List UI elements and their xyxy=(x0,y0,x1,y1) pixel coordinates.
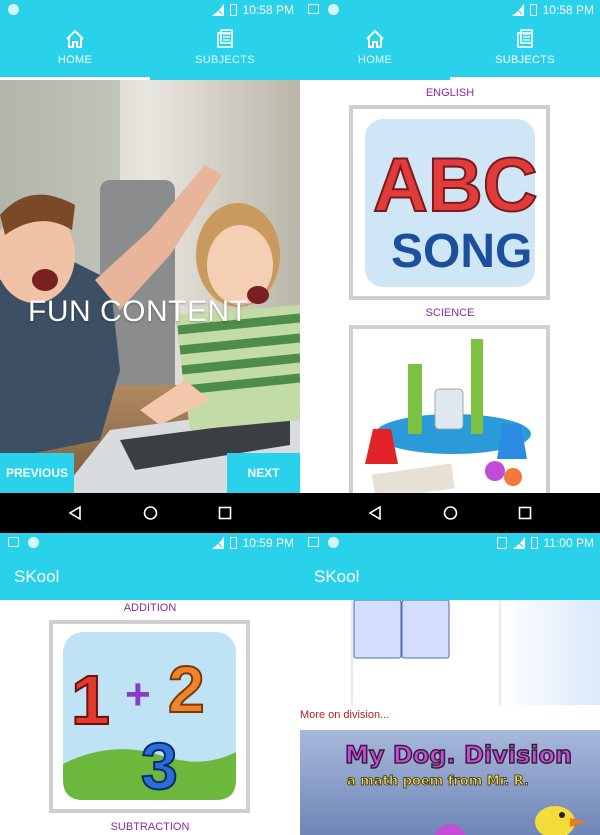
battery-icon xyxy=(229,537,237,549)
tab-subjects-label: SUBJECTS xyxy=(195,54,255,66)
hero-slide-image xyxy=(0,80,300,493)
home-icon xyxy=(66,29,84,48)
next-button[interactable]: NEXT xyxy=(227,453,300,493)
tab-subjects[interactable]: SUBJECTS xyxy=(150,20,300,80)
signal-icon xyxy=(512,537,525,549)
status-time: 11:00 PM xyxy=(543,536,594,550)
division-screen: 11:00 PM SKool More on division... My Do… xyxy=(300,533,600,835)
status-time: 10:58 PM xyxy=(542,3,594,17)
addition-image: 1 + 2 3 xyxy=(63,632,236,804)
tab-bar: HOME SUBJECTS xyxy=(0,20,300,80)
signal-icon xyxy=(511,4,524,16)
tab-subjects[interactable]: SUBJECTS xyxy=(450,20,600,80)
tab-home-label: HOME xyxy=(357,54,393,66)
science-card[interactable] xyxy=(349,325,550,493)
abc-song-image: ABC SONG xyxy=(365,119,539,287)
tab-home[interactable]: HOME xyxy=(300,20,450,80)
abc-song-word: SONG xyxy=(391,225,532,278)
tab-subjects-label: SUBJECTS xyxy=(495,54,555,66)
notification-dot-icon xyxy=(28,537,39,548)
slide-caption: FUN CONTENT xyxy=(28,295,249,328)
tab-home[interactable]: HOME xyxy=(0,20,150,80)
addition-label: ADDITION xyxy=(123,602,177,614)
addition-card[interactable]: 1 + 2 3 xyxy=(49,620,250,813)
app-title: SKool xyxy=(0,553,300,600)
status-time: 10:59 PM xyxy=(242,536,294,550)
android-nav-bar xyxy=(0,493,600,533)
video-title: My Dog. Division xyxy=(345,741,572,769)
battery-icon xyxy=(229,4,237,16)
image-notification-icon xyxy=(8,537,19,547)
tab-home-label: HOME xyxy=(57,54,93,66)
home-screen: 10:58 PM HOME SUBJECTS FUN CONTENT PREVI… xyxy=(0,0,300,493)
abc-letter-a: ABC xyxy=(373,143,538,228)
subtraction-label: SUBTRACTION xyxy=(110,821,190,833)
image-notification-icon xyxy=(308,4,319,14)
back-icon[interactable] xyxy=(368,505,382,521)
math-screen: 10:59 PM SKool ADDITION 1 + 2 3 SUBTRACT… xyxy=(0,533,300,835)
home-circle-icon[interactable] xyxy=(443,505,458,521)
tab-bar: HOME SUBJECTS xyxy=(300,20,600,80)
video-subtitle: a math poem from Mr. R. xyxy=(347,774,529,789)
signal-icon xyxy=(211,537,224,549)
previous-button[interactable]: PREVIOUS xyxy=(0,453,74,493)
status-bar: 10:58 PM xyxy=(0,0,300,20)
subjects-screen: 10:58 PM HOME SUBJECTS ENGLISH ABC SONG … xyxy=(300,0,600,493)
status-bar: 11:00 PM xyxy=(300,533,600,553)
recents-icon[interactable] xyxy=(218,505,232,521)
status-time: 10:58 PM xyxy=(242,3,294,17)
status-bar: 10:58 PM xyxy=(300,0,600,20)
more-on-division-link[interactable]: More on division... xyxy=(300,709,389,721)
home-icon xyxy=(366,29,384,48)
books-icon xyxy=(217,29,233,48)
notification-dot-icon xyxy=(328,4,339,15)
back-icon[interactable] xyxy=(68,505,82,521)
app-title: SKool xyxy=(300,553,600,600)
vibrate-icon xyxy=(496,537,507,549)
science-kit-image xyxy=(365,339,531,493)
number-one: 1 xyxy=(71,661,110,739)
number-three: 3 xyxy=(141,729,178,803)
science-label: SCIENCE xyxy=(425,307,475,319)
notification-dot-icon xyxy=(8,4,19,15)
english-card[interactable]: ABC SONG xyxy=(349,105,550,300)
notification-dot-icon xyxy=(328,537,339,548)
battery-icon xyxy=(529,4,537,16)
signal-icon xyxy=(211,4,224,16)
number-two: 2 xyxy=(168,652,205,726)
books-icon xyxy=(517,29,533,48)
home-circle-icon[interactable] xyxy=(143,505,158,521)
english-label: ENGLISH xyxy=(425,87,475,99)
division-diagram-image xyxy=(300,600,600,705)
recents-icon[interactable] xyxy=(518,505,532,521)
image-notification-icon xyxy=(308,537,319,547)
division-video-thumbnail[interactable]: My Dog. Division a math poem from Mr. R. xyxy=(300,730,600,835)
battery-icon xyxy=(530,537,538,549)
plus-sign: + xyxy=(125,670,151,719)
status-bar: 10:59 PM xyxy=(0,533,300,553)
